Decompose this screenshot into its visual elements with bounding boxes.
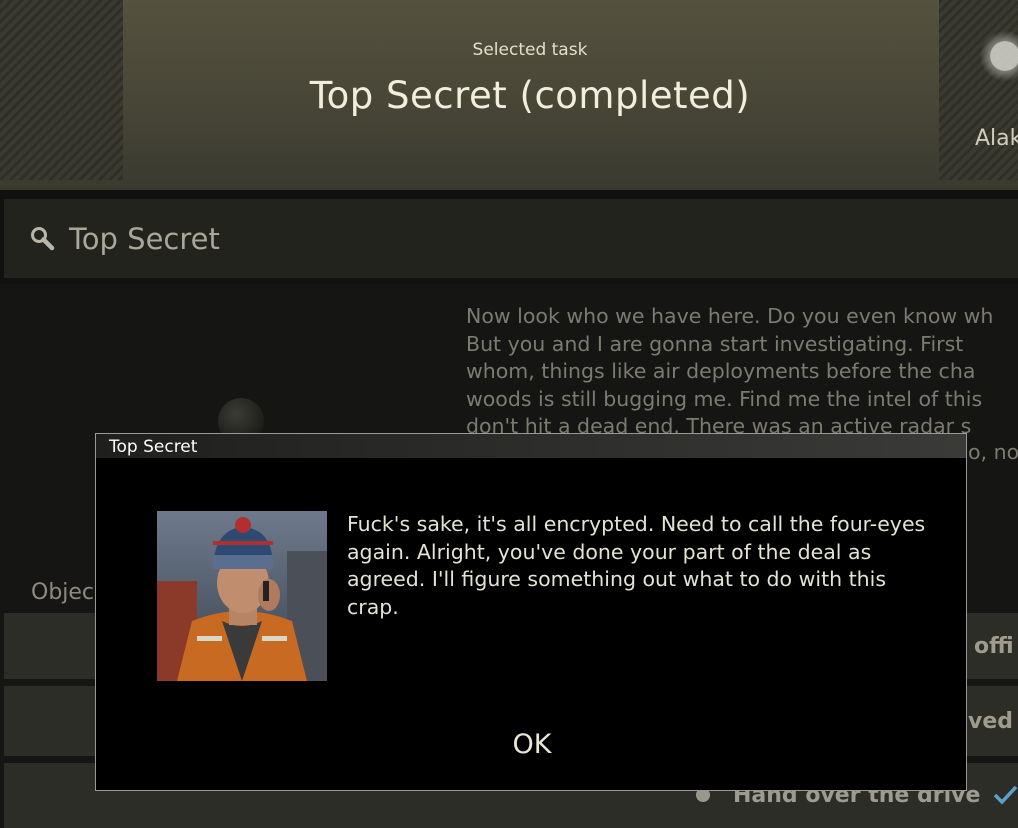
ok-button[interactable]: OK (492, 726, 572, 762)
briefing-line: woods is still bugging me. Find me the i… (466, 386, 983, 411)
trader-name[interactable]: Alak (975, 126, 1018, 151)
dialog-title: Top Secret (109, 437, 198, 457)
selected-task-label: Selected task (472, 40, 588, 60)
briefing-line: Now look who we have here. Do you even k… (466, 304, 994, 328)
briefing-line-fragment: o, not (968, 440, 1018, 464)
page-title: Top Secret (completed) (309, 74, 751, 117)
search-icon (31, 227, 55, 251)
objectives-heading: Objec (31, 580, 95, 605)
objective-text: offi (974, 634, 1014, 659)
briefing-line: don't hit a dead end. There was an activ… (466, 414, 972, 433)
task-header: Alak Selected task Top Secret (completed… (0, 0, 1018, 190)
trader-portrait (157, 511, 327, 681)
objective-text: ved f (968, 709, 1018, 734)
dialog-message: Fuck's sake, it's all encrypted. Need to… (347, 512, 926, 619)
checkmark-icon (993, 785, 1018, 805)
task-briefing: Now look who we have here. Do you even k… (466, 303, 1018, 433)
search-input[interactable]: Top Secret (69, 222, 220, 256)
quest-complete-dialog: Top Secret Fuck's sake, it's all encrypt… (95, 433, 967, 791)
briefing-line: whom, things like air deployments before… (466, 359, 976, 383)
briefing-line: But you and I are gonna start investigat… (466, 331, 964, 356)
dialog-titlebar[interactable]: Top Secret (96, 434, 966, 458)
